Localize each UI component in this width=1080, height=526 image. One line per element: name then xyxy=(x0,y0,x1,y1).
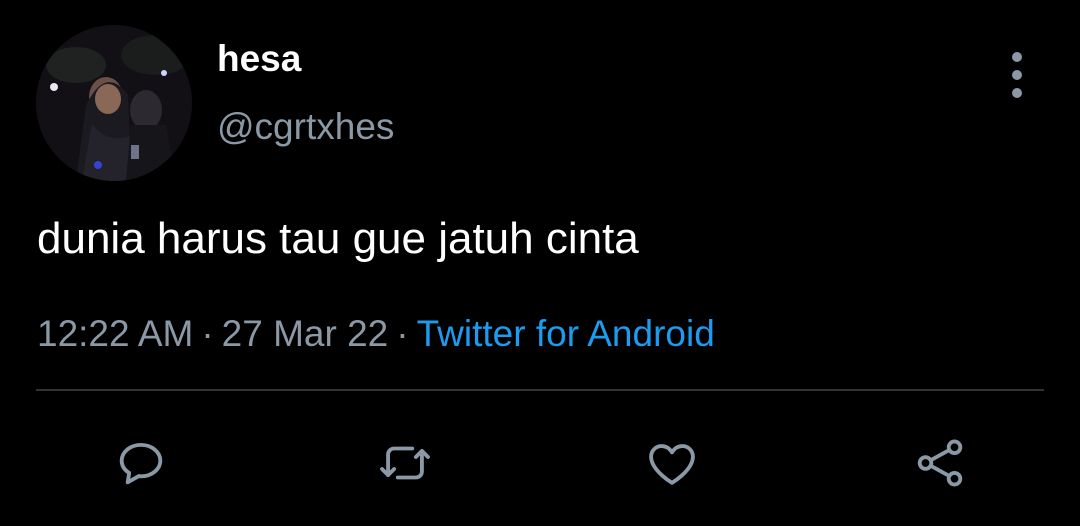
avatar[interactable] xyxy=(36,25,192,181)
retweet-arrows-icon xyxy=(380,446,430,480)
avatar-photo xyxy=(36,25,192,181)
reply-button[interactable] xyxy=(110,432,172,494)
share-button[interactable] xyxy=(909,432,971,494)
speech-bubble-icon xyxy=(119,442,163,485)
share-nodes-icon xyxy=(917,439,963,487)
more-dot xyxy=(1012,70,1022,80)
tweet-time: 12:22 AM xyxy=(37,313,194,354)
tweet-detail: hesa @cgrtxhes dunia harus tau gue jatuh… xyxy=(0,0,1080,526)
more-dot xyxy=(1012,88,1022,98)
meta-separator: · xyxy=(201,313,214,354)
meta-separator: · xyxy=(396,313,409,354)
heart-icon xyxy=(649,444,695,485)
like-button[interactable] xyxy=(641,432,703,494)
retweet-button[interactable] xyxy=(374,432,436,494)
tweet-date: 27 Mar 22 xyxy=(221,313,389,354)
display-name[interactable]: hesa xyxy=(217,40,301,77)
divider xyxy=(36,389,1044,391)
tweet-meta: 12:22 AM · 27 Mar 22 · Twitter for Android xyxy=(37,312,715,356)
tweet-source-link[interactable]: Twitter for Android xyxy=(417,313,715,354)
more-options-icon[interactable] xyxy=(996,52,1038,98)
user-handle[interactable]: @cgrtxhes xyxy=(217,108,394,145)
more-dot xyxy=(1012,52,1022,62)
tweet-text: dunia harus tau gue jatuh cinta xyxy=(37,214,639,263)
